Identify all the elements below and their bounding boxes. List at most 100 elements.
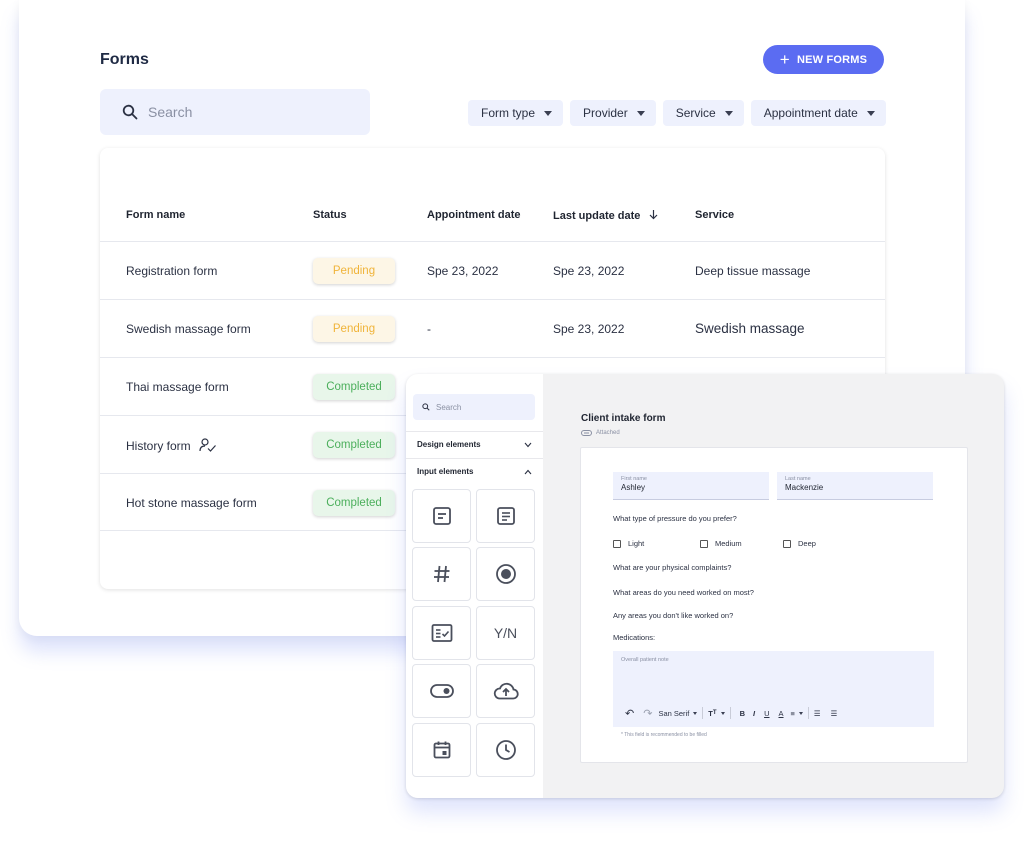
- element-short-text[interactable]: [412, 489, 471, 543]
- last-name-label: Last name: [785, 476, 811, 482]
- column-header-label: Last update date: [553, 210, 641, 222]
- rich-text-toolbar: ↶ ↷ San Serif TT B I U A ≡ ☰ ☰: [619, 701, 932, 725]
- radio-icon: [495, 564, 516, 584]
- cloud-upload-icon: [493, 682, 519, 700]
- question-areas: What areas do you need worked on most?: [613, 588, 754, 597]
- form-name-cell[interactable]: Registration form: [126, 264, 217, 278]
- section-label: Input elements: [417, 467, 474, 476]
- underline-icon[interactable]: U: [764, 709, 769, 718]
- element-long-text[interactable]: [476, 489, 535, 543]
- form-canvas: First name Ashley Last name Mackenzie Wh…: [580, 447, 968, 763]
- status-badge: Completed: [313, 432, 395, 458]
- column-header-status[interactable]: Status: [313, 209, 347, 221]
- text-color-icon[interactable]: A: [779, 709, 784, 718]
- checkbox[interactable]: [783, 539, 791, 548]
- align-icon[interactable]: ≡: [791, 709, 803, 718]
- filter-label: Form type: [481, 106, 536, 120]
- option-medium[interactable]: Medium: [700, 539, 742, 548]
- filter-form-type[interactable]: Form type: [468, 100, 564, 126]
- new-forms-label: NEW FORMS: [796, 53, 868, 66]
- form-builder-window: Search Design elements Input elements Y/…: [406, 374, 1004, 798]
- last-update-cell: Spe 23, 2022: [553, 264, 625, 278]
- elements-search-placeholder: Search: [436, 402, 462, 412]
- attached-label: Attached: [596, 430, 620, 436]
- new-forms-button[interactable]: + NEW FORMS: [763, 45, 884, 74]
- bold-icon[interactable]: B: [740, 709, 745, 718]
- column-header-service[interactable]: Service: [695, 209, 734, 221]
- long-text-icon: [496, 507, 515, 525]
- checklist-icon: [431, 624, 452, 642]
- checkbox[interactable]: [700, 539, 708, 548]
- question-pressure: What type of pressure do you prefer?: [613, 514, 737, 523]
- filter-label: Provider: [583, 106, 628, 120]
- caret-down-icon: [798, 711, 803, 715]
- numbered-list-icon[interactable]: ☰: [814, 709, 821, 718]
- last-name-field[interactable]: Last name Mackenzie: [777, 472, 933, 500]
- question-complaints: What are your physical complaints?: [613, 563, 732, 572]
- last-update-cell: Spe 23, 2022: [553, 322, 625, 336]
- filter-label: Appointment date: [763, 106, 858, 120]
- bullet-list-icon[interactable]: ☰: [831, 709, 838, 718]
- first-name-value: Ashley: [621, 483, 646, 492]
- filter-provider[interactable]: Provider: [570, 100, 656, 126]
- text-size-icon[interactable]: TT: [708, 709, 725, 718]
- divider: [807, 707, 809, 719]
- caret-down-icon: [544, 110, 553, 116]
- elements-search-input[interactable]: Search: [413, 394, 535, 420]
- form-name-text: History form: [126, 439, 191, 453]
- option-label: Deep: [798, 539, 816, 548]
- toggle-icon: [429, 684, 454, 698]
- caret-down-icon: [693, 711, 698, 715]
- redo-icon[interactable]: ↷: [643, 707, 652, 720]
- chevron-down-icon: [524, 442, 532, 447]
- patient-note-textarea[interactable]: Overall patient note ↶ ↷ San Serif TT B …: [613, 651, 934, 727]
- filter-appointment-date[interactable]: Appointment date: [750, 100, 886, 126]
- element-yes-no[interactable]: Y/N: [476, 606, 535, 660]
- option-deep[interactable]: Deep: [783, 539, 816, 548]
- form-name-cell[interactable]: Thai massage form: [126, 380, 229, 394]
- first-name-label: First name: [621, 476, 647, 482]
- input-elements-section[interactable]: Input elements: [406, 458, 543, 484]
- question-avoid: Any areas you don't like worked on?: [613, 611, 734, 620]
- column-header-last-update[interactable]: Last update date: [553, 209, 659, 222]
- first-name-field[interactable]: First name Ashley: [613, 472, 769, 500]
- design-elements-section[interactable]: Design elements: [406, 431, 543, 457]
- question-medications: Medications:: [613, 633, 656, 642]
- status-badge: Completed: [313, 490, 395, 516]
- chevron-up-icon: [524, 469, 532, 474]
- table-row[interactable]: Registration form Pending Spe 23, 2022 S…: [100, 241, 885, 299]
- font-select[interactable]: San Serif: [658, 709, 698, 718]
- column-header-appointment-date[interactable]: Appointment date: [427, 209, 521, 221]
- element-toggle[interactable]: [412, 664, 471, 718]
- option-light[interactable]: Light: [613, 539, 644, 548]
- sort-arrow-down-icon: [650, 210, 658, 220]
- form-name-cell[interactable]: Swedish massage form: [126, 322, 251, 336]
- element-radio[interactable]: [476, 547, 535, 601]
- search-input[interactable]: Search: [100, 89, 370, 135]
- appointment-date-cell: -: [427, 322, 431, 336]
- element-number[interactable]: [412, 547, 471, 601]
- element-checklist[interactable]: [412, 606, 471, 660]
- option-label: Light: [628, 539, 645, 548]
- caret-down-icon: [866, 110, 875, 116]
- field-hint: * This field is recommended to be filled: [621, 732, 707, 738]
- form-title: Client intake form: [581, 413, 666, 424]
- appointment-date-cell: Spe 23, 2022: [427, 264, 499, 278]
- element-upload[interactable]: [476, 664, 535, 718]
- form-name-cell[interactable]: Hot stone massage form: [126, 496, 257, 510]
- column-header-form-name[interactable]: Form name: [126, 209, 185, 221]
- checkbox[interactable]: [613, 539, 621, 548]
- filter-service[interactable]: Service: [662, 100, 744, 126]
- elements-sidebar: Search Design elements Input elements Y/…: [406, 374, 543, 798]
- element-time[interactable]: [476, 723, 535, 777]
- undo-icon[interactable]: ↶: [625, 707, 634, 720]
- element-date[interactable]: [412, 723, 471, 777]
- clock-icon: [495, 740, 516, 760]
- attached-indicator: Attached: [581, 430, 620, 436]
- italic-icon[interactable]: I: [753, 709, 755, 718]
- service-cell: Swedish massage: [695, 321, 805, 336]
- form-name-cell[interactable]: History form: [126, 438, 217, 453]
- hash-icon: [433, 565, 449, 583]
- divider: [702, 707, 704, 719]
- table-row[interactable]: Swedish massage form Pending - Spe 23, 2…: [100, 299, 885, 357]
